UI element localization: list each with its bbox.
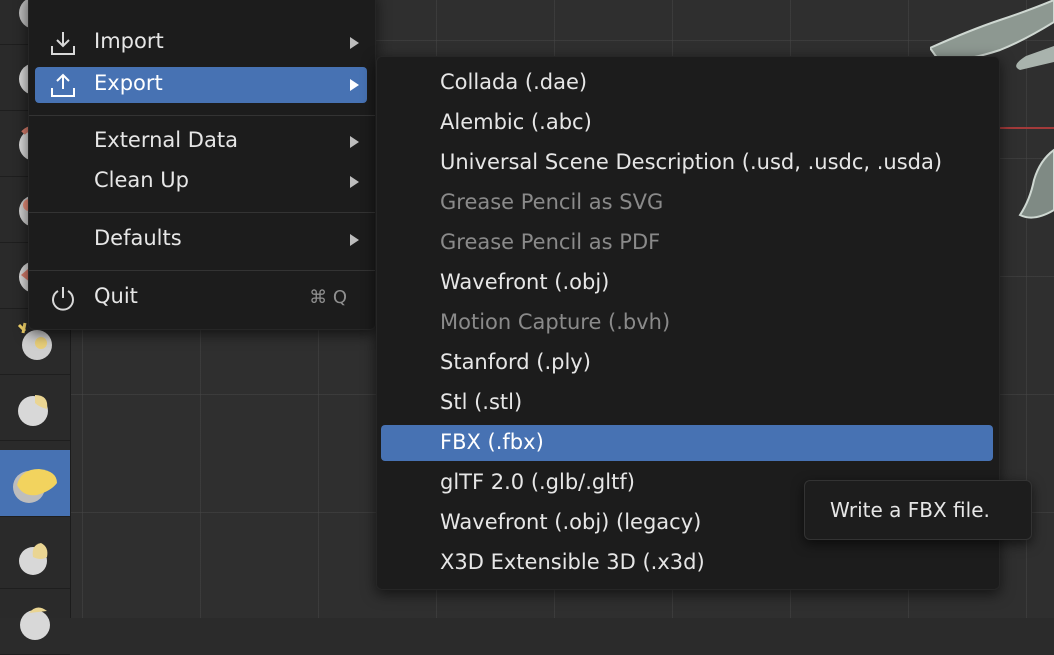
menu-item-quit[interactable]: Quit ⌘ Q [35, 280, 367, 316]
export-item-label: Collada (.dae) [440, 70, 588, 94]
menu-separator [29, 212, 375, 213]
tool-sphere-icon [13, 469, 57, 503]
menu-item-label: Export [94, 71, 163, 95]
submenu-arrow-icon [350, 176, 359, 188]
menu-item-external-data[interactable]: External Data [35, 124, 367, 160]
export-icon [51, 73, 75, 97]
export-item-label: Grease Pencil as PDF [440, 230, 661, 254]
export-item-stl[interactable]: Stl (.stl) [381, 385, 993, 421]
tool-button-active[interactable] [0, 450, 70, 517]
submenu-arrow-icon [350, 234, 359, 246]
export-item-label: Wavefront (.obj) [440, 270, 610, 294]
tool-sphere-icon [19, 543, 48, 575]
export-item-label: Stanford (.ply) [440, 350, 591, 374]
tool-sphere-icon [20, 607, 50, 640]
export-item-label: Grease Pencil as SVG [440, 190, 664, 214]
menu-item-label: Defaults [94, 226, 182, 250]
menu-item-import[interactable]: Import [35, 25, 367, 61]
export-item-label: X3D Extensible 3D (.x3d) [440, 550, 705, 574]
menu-separator [29, 270, 375, 271]
export-item-grease-pencil-pdf: Grease Pencil as PDF [381, 225, 993, 261]
menu-item-label: Quit [94, 284, 138, 308]
menu-item-defaults[interactable]: Defaults [35, 222, 367, 258]
export-item-label: Universal Scene Description (.usd, .usdc… [440, 150, 943, 174]
tool-button[interactable] [0, 522, 70, 589]
export-item-label: glTF 2.0 (.glb/.gltf) [440, 470, 635, 494]
export-item-grease-pencil-svg: Grease Pencil as SVG [381, 185, 993, 221]
export-item-label: Wavefront (.obj) (legacy) [440, 510, 702, 534]
export-item-label: FBX (.fbx) [440, 430, 544, 454]
power-icon [52, 287, 74, 311]
export-item-label: Motion Capture (.bvh) [440, 310, 671, 334]
submenu-arrow-icon [350, 37, 359, 49]
shortcut-label: ⌘ Q [309, 287, 347, 308]
export-item-usd[interactable]: Universal Scene Description (.usd, .usdc… [381, 145, 993, 181]
submenu-arrow-icon [350, 136, 359, 148]
menu-item-label: External Data [94, 128, 238, 152]
menu-item-export[interactable]: Export [35, 67, 367, 103]
export-item-label: Stl (.stl) [440, 390, 523, 414]
tooltip-text: Write a FBX file. [830, 498, 990, 522]
file-menu: Import Export External Data Clean Up Def… [28, 0, 376, 330]
menu-item-clean-up[interactable]: Clean Up [35, 164, 367, 200]
import-icon [51, 32, 75, 55]
tool-button[interactable] [0, 588, 70, 655]
tooltip: Write a FBX file. [804, 480, 1032, 540]
export-item-wavefront[interactable]: Wavefront (.obj) [381, 265, 993, 301]
export-item-stanford[interactable]: Stanford (.ply) [381, 345, 993, 381]
tool-sphere-icon [18, 395, 48, 426]
export-item-label: Alembic (.abc) [440, 110, 592, 134]
menu-item-label: Import [94, 29, 164, 53]
export-item-alembic[interactable]: Alembic (.abc) [381, 105, 993, 141]
tool-button[interactable] [0, 374, 70, 441]
menu-separator [29, 115, 375, 116]
menu-item-label: Clean Up [94, 168, 189, 192]
export-item-x3d[interactable]: X3D Extensible 3D (.x3d) [381, 545, 993, 581]
submenu-arrow-icon [350, 79, 359, 91]
export-item-fbx[interactable]: FBX (.fbx) [381, 425, 993, 461]
export-item-collada[interactable]: Collada (.dae) [381, 65, 993, 101]
export-item-motion-capture: Motion Capture (.bvh) [381, 305, 993, 341]
